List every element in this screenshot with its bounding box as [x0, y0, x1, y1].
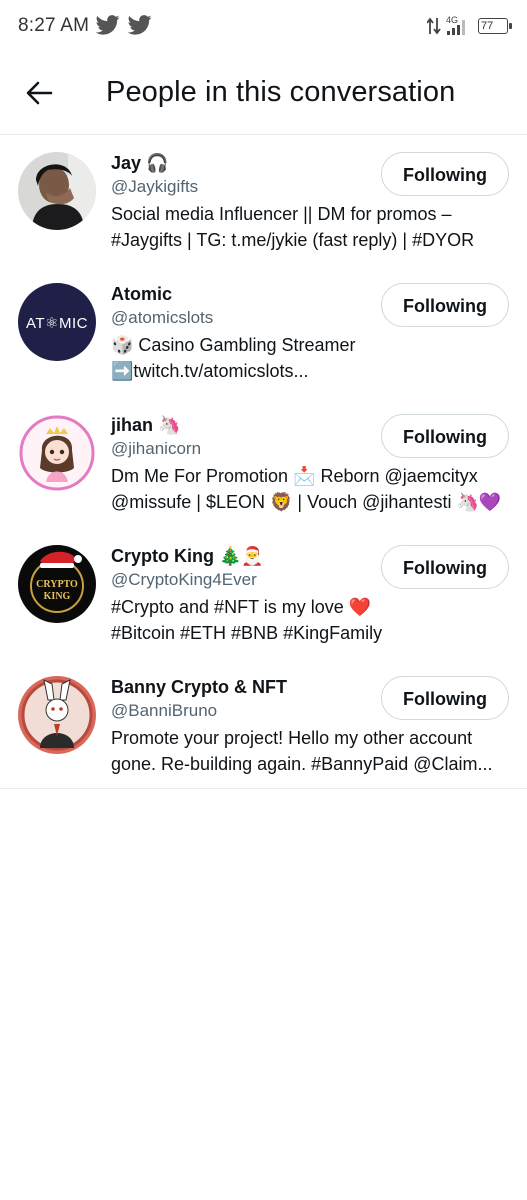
username[interactable]: @jihanicorn	[111, 439, 201, 459]
username[interactable]: @Jaykigifts	[111, 177, 198, 197]
username[interactable]: @CryptoKing4Ever	[111, 570, 257, 590]
avatar[interactable]	[18, 676, 96, 754]
twitter-bird-icon	[128, 15, 152, 35]
status-time: 8:27 AM	[18, 15, 90, 36]
network-type: 4G	[446, 15, 458, 25]
bio-line: #Bitcoin #ETH #BNB #KingFamily	[111, 623, 383, 643]
back-arrow-icon[interactable]	[24, 78, 54, 108]
status-bar: 8:27 AM 4G 77	[0, 0, 527, 52]
list-divider	[0, 788, 527, 789]
avatar[interactable]: AT⚛MIC	[18, 283, 96, 361]
list-item[interactable]: jihan 🦄 @jihanicorn Dm Me For Promotion …	[0, 397, 527, 528]
avatar-logo-text: CRYPTO	[36, 579, 78, 590]
bio: Social media Influencer || DM for promos…	[111, 201, 511, 253]
bio-line: Dm Me For Promotion 📩 Reborn @jaemcityx	[111, 466, 478, 486]
page-title: People in this conversation	[106, 76, 456, 108]
list-item[interactable]: Banny Crypto & NFT @BanniBruno Promote y…	[0, 659, 527, 790]
bio-line: 🎲 Casino Gambling Streamer	[111, 335, 356, 355]
avatar-logo-text: AT⚛MIC	[26, 315, 88, 332]
display-name[interactable]: Crypto King 🎄🎅	[111, 546, 264, 567]
bio: 🎲 Casino Gambling Streamer ➡️twitch.tv/a…	[111, 332, 511, 384]
display-name[interactable]: Atomic	[111, 284, 172, 305]
signal-icon: 4G	[427, 15, 465, 35]
list-item[interactable]: CRYPTO KING Crypto King 🎄🎅 @CryptoKing4E…	[0, 528, 527, 659]
avatar[interactable]	[18, 414, 96, 492]
battery-icon: 77	[478, 18, 512, 34]
bio: Promote your project! Hello my other acc…	[111, 725, 511, 777]
avatar-logo-text: KING	[44, 591, 71, 602]
following-button[interactable]: Following	[381, 414, 509, 458]
bio: Dm Me For Promotion 📩 Reborn @jaemcityx …	[111, 463, 511, 515]
bio-line: #Crypto and #NFT is my love ❤️	[111, 597, 372, 617]
following-button[interactable]: Following	[381, 283, 509, 327]
bio: #Crypto and #NFT is my love ❤️ #Bitcoin …	[111, 594, 511, 646]
bio-line: @missufe | $LEON 🦁 | Vouch @jihantesti 🦄…	[111, 492, 502, 512]
following-button[interactable]: Following	[381, 152, 509, 196]
twitter-bird-icon	[96, 15, 120, 35]
bio-line: Promote your project! Hello my other acc…	[111, 728, 473, 748]
list-item[interactable]: Jay 🎧 @Jaykigifts Social media Influence…	[0, 135, 527, 266]
battery-level: 77	[481, 20, 494, 32]
avatar[interactable]: CRYPTO KING	[18, 545, 96, 623]
username[interactable]: @atomicslots	[111, 308, 213, 328]
bio-line: ➡️twitch.tv/atomicslots...	[111, 361, 309, 381]
people-list: Jay 🎧 @Jaykigifts Social media Influence…	[0, 135, 527, 790]
top-app-bar: People in this conversation	[0, 52, 527, 135]
display-name[interactable]: jihan 🦄	[111, 415, 180, 436]
avatar[interactable]	[18, 152, 96, 230]
display-name[interactable]: Jay 🎧	[111, 153, 168, 174]
bio-line: gone. Re-building again. #BannyPaid @Cla…	[111, 754, 493, 774]
following-button[interactable]: Following	[381, 545, 509, 589]
username[interactable]: @BanniBruno	[111, 701, 217, 721]
bio-line: #Jaygifts | TG: t.me/jykie (fast reply) …	[111, 230, 475, 250]
display-name[interactable]: Banny Crypto & NFT	[111, 677, 287, 698]
list-item[interactable]: AT⚛MIC Atomic @atomicslots 🎲 Casino Gamb…	[0, 266, 527, 397]
following-button[interactable]: Following	[381, 676, 509, 720]
bio-line: Social media Influencer || DM for promos…	[111, 204, 452, 224]
